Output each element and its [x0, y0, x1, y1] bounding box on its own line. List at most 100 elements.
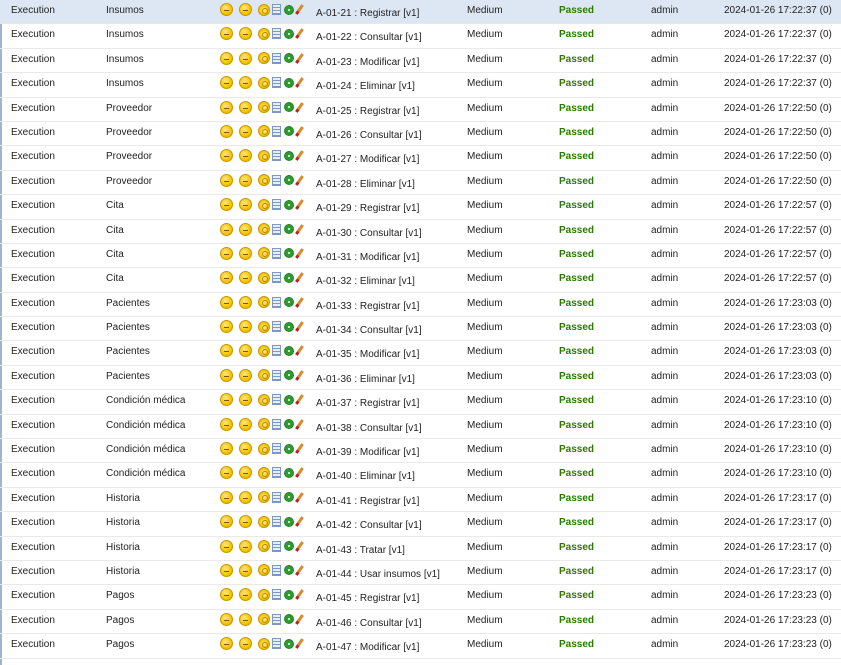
execution-row[interactable]: Execution Pagos A-01-46 : Consultar [v1]…	[0, 610, 841, 635]
gear-icon[interactable]	[284, 272, 294, 283]
disc-icon[interactable]	[258, 466, 270, 479]
pencil-icon[interactable]	[295, 491, 304, 503]
neutral-face-icon[interactable]	[239, 222, 252, 236]
smiley-icon[interactable]	[220, 51, 233, 65]
neutral-face-icon[interactable]	[239, 27, 252, 41]
note-icon[interactable]	[272, 394, 281, 406]
neutral-face-icon[interactable]	[239, 588, 252, 602]
execution-row[interactable]: Execution Cita A-01-32 : Eliminar [v1] M…	[0, 268, 841, 293]
gear-icon[interactable]	[284, 589, 294, 600]
smiley-icon[interactable]	[220, 149, 233, 163]
pencil-icon[interactable]	[295, 589, 304, 601]
neutral-face-icon[interactable]	[239, 124, 252, 138]
test-name-link[interactable]: A-01-46 : Consultar [v1]	[316, 613, 422, 635]
gear-icon[interactable]	[284, 321, 294, 332]
neutral-face-icon[interactable]	[239, 320, 252, 334]
neutral-face-icon[interactable]	[239, 344, 252, 358]
pencil-icon[interactable]	[295, 272, 304, 284]
test-name-link[interactable]: A-01-43 : Tratar [v1]	[316, 540, 405, 562]
gear-icon[interactable]	[284, 638, 294, 649]
note-icon[interactable]	[272, 418, 281, 430]
note-icon[interactable]	[272, 272, 281, 284]
gear-icon[interactable]	[284, 614, 294, 625]
execution-row[interactable]: Execution Insumos A-01-24 : Eliminar [v1…	[0, 73, 841, 98]
smiley-icon[interactable]	[220, 27, 233, 41]
neutral-face-icon[interactable]	[239, 417, 252, 431]
disc-icon[interactable]	[258, 369, 270, 382]
neutral-face-icon[interactable]	[239, 612, 252, 626]
test-name-link[interactable]: A-01-35 : Modificar [v1]	[316, 344, 419, 366]
smiley-icon[interactable]	[220, 393, 233, 407]
note-icon[interactable]	[272, 174, 281, 186]
note-icon[interactable]	[272, 516, 281, 528]
pencil-icon[interactable]	[295, 345, 304, 357]
smiley-icon[interactable]	[220, 344, 233, 358]
test-name-link[interactable]: A-01-27 : Modificar [v1]	[316, 149, 419, 171]
execution-row[interactable]: Execution Pacientes A-01-33 : Registrar …	[0, 293, 841, 318]
neutral-face-icon[interactable]	[239, 393, 252, 407]
smiley-icon[interactable]	[220, 124, 233, 138]
pencil-icon[interactable]	[295, 613, 304, 625]
pencil-icon[interactable]	[295, 150, 304, 162]
gear-icon[interactable]	[284, 4, 294, 15]
test-name-link[interactable]: A-01-30 : Consultar [v1]	[316, 223, 422, 245]
test-name-link[interactable]: A-01-40 : Eliminar [v1]	[316, 466, 415, 488]
execution-row[interactable]: Execution Historia A-01-44 : Usar insumo…	[0, 561, 841, 586]
pencil-icon[interactable]	[295, 174, 304, 186]
test-name-link[interactable]: A-01-25 : Registrar [v1]	[316, 101, 419, 123]
gear-icon[interactable]	[284, 199, 294, 210]
smiley-icon[interactable]	[220, 490, 233, 504]
pencil-icon[interactable]	[295, 296, 304, 308]
note-icon[interactable]	[272, 77, 281, 89]
test-name-link[interactable]: A-01-23 : Modificar [v1]	[316, 52, 419, 74]
smiley-icon[interactable]	[220, 466, 233, 480]
test-name-link[interactable]: A-01-36 : Eliminar [v1]	[316, 369, 415, 391]
pencil-icon[interactable]	[295, 101, 304, 113]
disc-icon[interactable]	[258, 613, 270, 626]
disc-icon[interactable]	[258, 320, 270, 333]
neutral-face-icon[interactable]	[239, 51, 252, 65]
smiley-icon[interactable]	[220, 515, 233, 529]
execution-row[interactable]: Execution Historia A-01-41 : Registrar […	[0, 488, 841, 513]
note-icon[interactable]	[272, 296, 281, 308]
note-icon[interactable]	[272, 491, 281, 503]
note-icon[interactable]	[272, 125, 281, 137]
disc-icon[interactable]	[258, 149, 270, 162]
smiley-icon[interactable]	[220, 271, 233, 285]
gear-icon[interactable]	[284, 516, 294, 527]
pencil-icon[interactable]	[295, 369, 304, 381]
gear-icon[interactable]	[284, 370, 294, 381]
pencil-icon[interactable]	[295, 223, 304, 235]
note-icon[interactable]	[272, 540, 281, 552]
disc-icon[interactable]	[258, 296, 270, 309]
gear-icon[interactable]	[284, 28, 294, 39]
smiley-icon[interactable]	[220, 637, 233, 651]
execution-row[interactable]: Execution Pacientes A-01-36 : Eliminar […	[0, 366, 841, 391]
execution-row[interactable]: Execution Condición médica A-01-37 : Reg…	[0, 390, 841, 415]
gear-icon[interactable]	[284, 126, 294, 137]
execution-row[interactable]: Execution Pagos A-01-45 : Registrar [v1]…	[0, 585, 841, 610]
pencil-icon[interactable]	[295, 126, 304, 137]
execution-row[interactable]: Execution Cita A-01-29 : Registrar [v1] …	[0, 195, 841, 220]
execution-row[interactable]: Execution Insumos A-01-21 : Registrar [v…	[0, 0, 841, 25]
disc-icon[interactable]	[258, 271, 270, 284]
execution-row[interactable]: Execution Cita A-01-30 : Consultar [v1] …	[0, 220, 841, 244]
gear-icon[interactable]	[284, 541, 294, 552]
note-icon[interactable]	[272, 369, 281, 381]
gear-icon[interactable]	[284, 77, 294, 88]
pencil-icon[interactable]	[295, 77, 304, 89]
pencil-icon[interactable]	[295, 52, 304, 64]
test-name-link[interactable]: A-01-21 : Registrar [v1]	[316, 3, 419, 25]
neutral-face-icon[interactable]	[239, 76, 252, 90]
neutral-face-icon[interactable]	[239, 637, 252, 651]
neutral-face-icon[interactable]	[239, 173, 252, 187]
disc-icon[interactable]	[258, 393, 270, 406]
pencil-icon[interactable]	[295, 248, 304, 259]
smiley-icon[interactable]	[220, 320, 233, 334]
neutral-face-icon[interactable]	[239, 563, 252, 577]
disc-icon[interactable]	[258, 76, 270, 89]
gear-icon[interactable]	[284, 175, 294, 186]
pencil-icon[interactable]	[295, 467, 304, 479]
execution-row[interactable]: Execution Insumos A-01-22 : Consultar [v…	[0, 24, 841, 49]
execution-row[interactable]: Execution Insumos A-01-23 : Modificar [v…	[0, 49, 841, 74]
